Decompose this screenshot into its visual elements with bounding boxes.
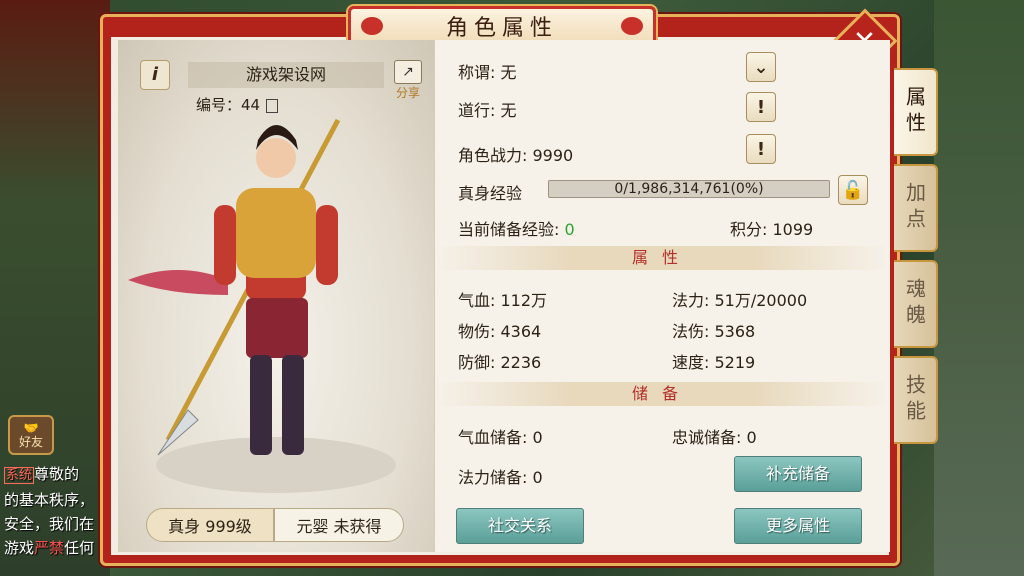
exclamation-icon: ! xyxy=(756,96,766,118)
refill-reserve-button[interactable]: 补充储备 xyxy=(734,456,862,492)
character-portrait xyxy=(128,118,396,493)
character-arm xyxy=(214,205,236,285)
friend-label: 好友 xyxy=(18,435,43,449)
chat-line: 尊敬的 xyxy=(34,465,80,483)
hp-reserve: 气血储备: 0 xyxy=(458,428,543,447)
tab-soul[interactable]: 魂魄 xyxy=(894,260,938,348)
edit-name-button[interactable]: i xyxy=(140,60,170,90)
stored-exp-label: 当前储备经验: xyxy=(458,220,565,239)
loyalty-reserve: 忠诚储备: 0 xyxy=(672,428,757,447)
exclamation-icon: ! xyxy=(756,138,766,160)
exp-label: 真身经验 xyxy=(458,184,523,203)
power-info-button[interactable]: ! xyxy=(746,134,776,164)
reserve-section-header: 储备 xyxy=(434,382,890,406)
tab-skills[interactable]: 技能 xyxy=(894,356,938,444)
unlock-button[interactable]: 🔓 xyxy=(838,175,868,205)
daoxing-info-button[interactable]: ! xyxy=(746,92,776,122)
yuanying-label: 元婴 未获得 xyxy=(274,508,404,542)
chat-log: 系统 尊敬的 的基本秩序， 安全，我们在 游戏严禁任何 xyxy=(4,462,112,560)
character-name: 游戏架设网 xyxy=(188,62,384,88)
character-skirt xyxy=(246,298,308,358)
chat-line: 的基本秩序， xyxy=(4,491,95,509)
share-label: 分享 xyxy=(395,86,420,100)
chat-highlight: 严禁 xyxy=(34,539,65,557)
power-label: 角色战力: 9990 xyxy=(458,146,574,165)
lock-icon: 🔓 xyxy=(841,179,865,201)
share-button[interactable]: ↗ 分享 xyxy=(392,60,424,100)
portrait-base-shadow xyxy=(156,437,396,493)
window-title-text: 角色属性 xyxy=(445,16,558,41)
friend-button[interactable]: 🤝 好友 xyxy=(8,415,54,455)
character-head xyxy=(256,138,296,178)
chat-line: 任何 xyxy=(64,539,95,557)
level-bar: 真身 999级 元婴 未获得 xyxy=(146,508,404,542)
daoxing-label: 道行: 无 xyxy=(458,101,517,120)
character-arm xyxy=(316,205,338,285)
chat-line: 游戏 xyxy=(4,539,35,557)
armor-icon xyxy=(236,188,316,278)
attributes-section-header: 属性 xyxy=(434,246,890,270)
points-label: 积分: 1099 xyxy=(730,220,814,239)
chat-system-tag: 系统 xyxy=(4,467,35,484)
stored-exp: 当前储备经验: 0 xyxy=(458,216,575,240)
background-scene-right xyxy=(934,0,1024,576)
title-label: 称谓: 无 xyxy=(458,63,517,82)
mag-dmg-stat: 法伤: 5368 xyxy=(672,322,756,341)
share-icon: ↗ xyxy=(394,60,422,84)
character-leg xyxy=(282,355,304,455)
exp-progress-bar: 0/1,986,314,761(0%) xyxy=(548,180,830,198)
handshake-icon: 🤝 xyxy=(23,421,39,435)
chat-line: 安全，我们在 xyxy=(4,515,95,533)
pencil-icon: i xyxy=(151,64,159,85)
title-ornament-icon xyxy=(361,17,383,35)
social-button[interactable]: 社交关系 xyxy=(456,508,584,544)
character-leg xyxy=(250,355,272,455)
tab-add-points[interactable]: 加点 xyxy=(894,164,938,252)
phys-dmg-stat: 物伤: 4364 xyxy=(458,322,542,341)
title-dropdown-button[interactable]: ⌄ xyxy=(746,52,776,82)
title-ornament-icon xyxy=(621,17,643,35)
mp-reserve: 法力储备: 0 xyxy=(458,468,543,487)
level-label: 真身 999级 xyxy=(146,508,274,542)
defense-stat: 防御: 2236 xyxy=(458,353,542,372)
speed-stat: 速度: 5219 xyxy=(672,353,756,372)
hp-stat: 气血: 112万 xyxy=(458,291,548,310)
scarf-icon xyxy=(128,270,228,295)
chevron-down-icon: ⌄ xyxy=(753,56,769,78)
exp-value: 0/1,986,314,761(0%) xyxy=(614,181,764,197)
stored-exp-value: 0 xyxy=(564,220,575,239)
mp-stat: 法力: 51万/20000 xyxy=(672,291,808,310)
tab-attributes[interactable]: 属性 xyxy=(894,68,938,156)
more-attributes-button[interactable]: 更多属性 xyxy=(734,508,862,544)
